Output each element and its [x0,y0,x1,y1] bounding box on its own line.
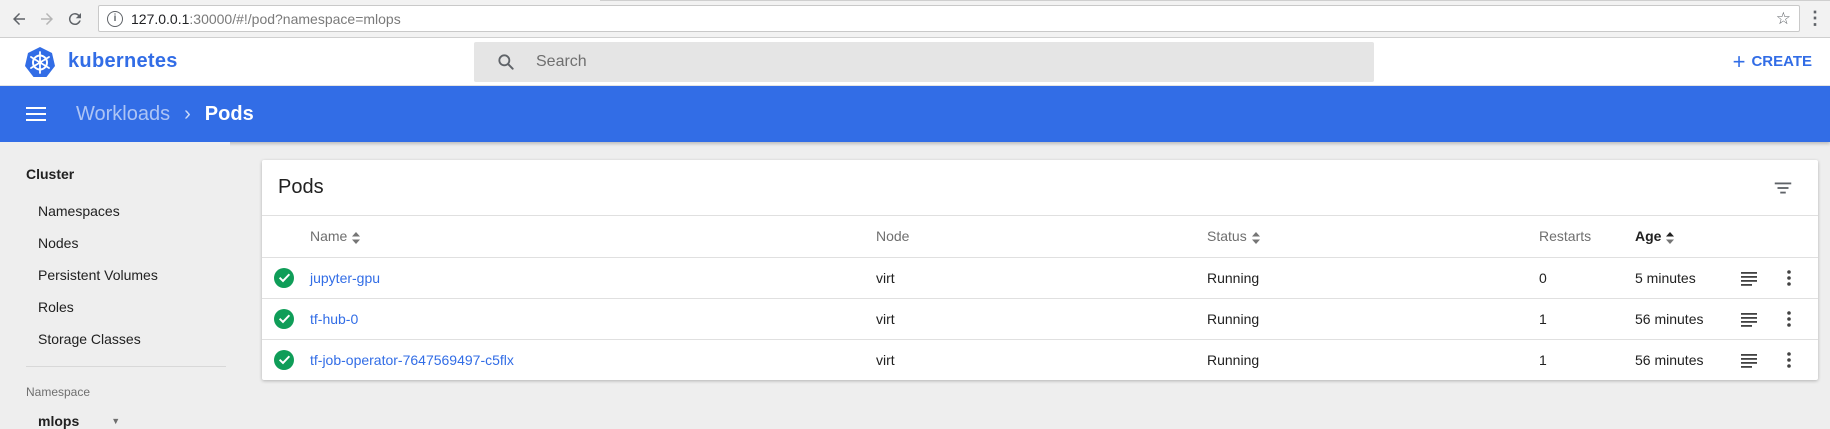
sidebar: Cluster Namespaces Nodes Persistent Volu… [0,142,230,429]
breadcrumb-current: Pods [204,102,254,125]
back-icon[interactable] [6,6,32,32]
sidebar-section-cluster[interactable]: Cluster [26,166,230,182]
bookmark-star-icon[interactable]: ☆ [1776,9,1791,29]
pod-status: Running [1207,351,1260,368]
check-circle-icon [274,308,294,329]
table-header-row: Name Node Status Restarts Age [262,216,1818,258]
table-row: jupyter-gpu virt Running 0 5 minutes [262,257,1818,299]
reload-icon[interactable] [62,6,88,32]
logs-icon[interactable] [1739,350,1759,370]
main-content: Pods Name Node Status Restarts Age jupyt… [230,142,1830,385]
more-vert-icon[interactable] [1779,350,1799,370]
sidebar-item-persistent-volumes[interactable]: Persistent Volumes [38,268,230,300]
table-row: tf-hub-0 virt Running 1 56 minutes [262,298,1818,340]
pods-table: Name Node Status Restarts Age jupyter-gp… [262,216,1818,380]
filter-icon[interactable] [1772,177,1794,199]
sort-icon [1251,231,1260,244]
search-box[interactable] [474,41,1374,82]
card-header: Pods [262,160,1818,216]
forward-icon[interactable] [34,6,60,32]
check-circle-icon [274,267,294,288]
column-header-name[interactable]: Name [310,216,876,258]
plus-icon: + [1732,48,1746,74]
search-input[interactable] [536,52,1336,71]
check-circle-icon [274,349,294,370]
browser-toolbar: i 127.0.0.1:30000/#!/pod?namespace=mlops… [0,0,1830,38]
kubernetes-logo-icon [25,46,55,77]
address-bar[interactable]: i 127.0.0.1:30000/#!/pod?namespace=mlops… [98,5,1800,32]
pod-age: 5 minutes [1635,257,1739,299]
menu-icon[interactable] [26,107,46,121]
breadcrumb-workloads[interactable]: Workloads [76,103,170,126]
url-path: :30000/#!/pod?namespace=mlops [189,10,401,27]
search-icon [498,53,514,70]
sidebar-divider [26,366,226,367]
pod-restarts: 1 [1539,351,1547,368]
namespace-select[interactable]: mlops ▼ [38,413,230,429]
logs-icon[interactable] [1739,268,1759,288]
app-toolbar: kubernetes + CREATE [0,38,1830,86]
card-title: Pods [278,176,324,198]
sort-icon [352,231,361,244]
sidebar-item-namespaces[interactable]: Namespaces [38,204,230,236]
more-vert-icon[interactable] [1779,309,1799,329]
pod-node: virt [876,351,895,368]
more-vert-icon[interactable] [1779,268,1799,288]
column-header-status[interactable]: Status [1207,216,1539,258]
column-header-age[interactable]: Age [1635,216,1739,258]
logs-icon[interactable] [1739,309,1759,329]
sort-active-icon [1666,231,1675,244]
pod-node: virt [876,298,1207,340]
sidebar-item-roles[interactable]: Roles [38,300,230,332]
pod-restarts: 1 [1539,298,1635,340]
brand-name: kubernetes [68,50,178,72]
browser-menu-icon[interactable]: ⋮ [1806,8,1824,29]
pod-status: Running [1207,257,1539,299]
table-row: tf-job-operator-7647569497-c5flx virt Ru… [262,339,1818,380]
url-host: 127.0.0.1 [131,10,190,27]
pod-age: 56 minutes [1635,298,1739,340]
pod-status: Running [1207,298,1539,340]
pod-restarts: 0 [1539,257,1635,299]
column-header-restarts: Restarts [1539,216,1635,258]
brand[interactable]: kubernetes [24,46,470,78]
info-icon[interactable]: i [107,10,123,27]
sidebar-item-nodes[interactable]: Nodes [38,236,230,268]
create-label: CREATE [1751,53,1812,70]
create-button[interactable]: + CREATE [1732,48,1812,74]
column-header-node: Node [876,216,1207,258]
pods-card: Pods Name Node Status Restarts Age jupyt… [262,160,1818,380]
caret-down-icon: ▼ [111,416,121,426]
chevron-right-icon: › [184,102,191,125]
pod-name-link[interactable]: jupyter-gpu [310,270,380,286]
sidebar-item-storage-classes[interactable]: Storage Classes [38,332,230,364]
namespace-value: mlops [38,413,80,429]
pod-age: 56 minutes [1635,351,1704,368]
pod-node: virt [876,257,1207,299]
pod-name-link[interactable]: tf-job-operator-7647569497-c5flx [310,352,514,368]
namespace-label: Namespace [26,385,91,399]
pod-name-link[interactable]: tf-hub-0 [310,311,358,327]
breadcrumb-bar: Workloads › Pods [0,86,1830,142]
